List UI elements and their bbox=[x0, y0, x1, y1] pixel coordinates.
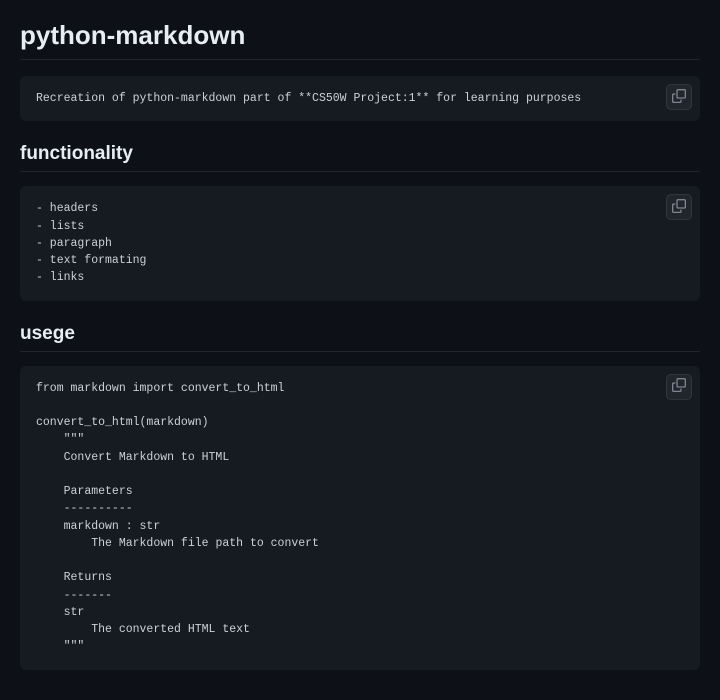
functionality-codeblock: - headers - lists - paragraph - text for… bbox=[20, 186, 700, 300]
copy-icon bbox=[672, 378, 686, 395]
description-codeblock: Recreation of python-markdown part of **… bbox=[20, 76, 700, 121]
usage-codeblock: from markdown import convert_to_html con… bbox=[20, 366, 700, 670]
copy-icon bbox=[672, 89, 686, 106]
copy-button[interactable] bbox=[666, 374, 692, 400]
functionality-heading: functionality bbox=[20, 143, 700, 172]
copy-icon bbox=[672, 199, 686, 216]
code-content: Recreation of python-markdown part of **… bbox=[36, 90, 684, 107]
page-title: python-markdown bbox=[20, 20, 700, 60]
code-content: from markdown import convert_to_html con… bbox=[36, 380, 684, 656]
copy-button[interactable] bbox=[666, 194, 692, 220]
code-content: - headers - lists - paragraph - text for… bbox=[36, 200, 684, 286]
copy-button[interactable] bbox=[666, 84, 692, 110]
usage-heading: usege bbox=[20, 323, 700, 352]
